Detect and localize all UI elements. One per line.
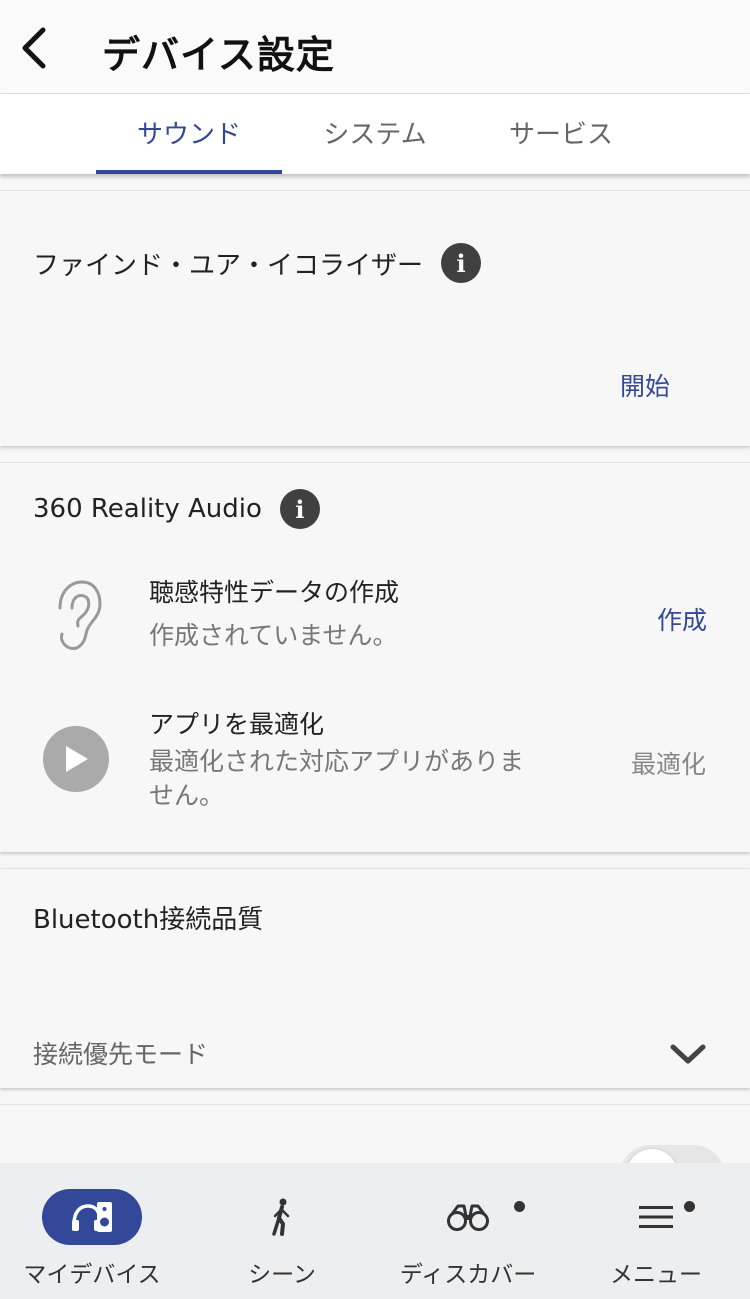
page-title: デバイス設定 [102,33,335,77]
optimize-app-status: 最適化された対応アプリがありません。 [149,747,525,810]
notification-dot [514,1201,525,1212]
create-button[interactable]: 作成 [657,601,707,637]
walking-person-icon [272,1198,290,1236]
menu-icon [639,1206,673,1228]
tab-sound[interactable]: サウンド [96,94,282,174]
equalizer-card: ファインド・ユア・イコライザー i 開始 [0,190,750,446]
hearing-data-title: 聴感特性データの作成 [149,578,400,607]
reality-audio-card: 360 Reality Audio i 聴感特性データの作成 作成されていません… [0,462,750,852]
back-button[interactable] [10,22,58,74]
chevron-down-icon [670,1044,706,1064]
headphones-speaker-icon [72,1202,112,1232]
info-icon[interactable]: i [441,243,482,283]
reality-audio-title-row: 360 Reality Audio i [33,489,320,529]
binoculars-icon [447,1204,489,1231]
app-header: デバイス設定 [0,0,750,94]
play-icon [43,726,109,792]
reality-audio-title: 360 Reality Audio [33,494,262,524]
optimize-app-title: アプリを最適化 [149,710,325,739]
nav-discover[interactable]: ディスカバー [400,1163,536,1299]
nav-label: メニュー [610,1262,702,1288]
tab-system[interactable]: システム [282,94,468,174]
tab-service[interactable]: サービス [468,94,654,174]
bluetooth-card: Bluetooth接続品質 接続優先モード [0,868,750,1088]
equalizer-title: ファインド・ユア・イコライザー [33,250,424,281]
nav-icon-wrap [606,1189,706,1245]
info-icon[interactable]: i [279,489,320,529]
nav-my-device[interactable]: マイデバイス [23,1163,161,1299]
optimize-button[interactable]: 最適化 [631,745,706,781]
connection-mode-label: 接続優先モード [33,1040,209,1069]
connection-mode-dropdown[interactable]: 接続優先モード [0,1019,750,1083]
tab-bar: サウンド システム サービス [0,94,750,174]
equalizer-title-row: ファインド・ユア・イコライザー i [33,243,482,283]
chevron-left-icon [22,27,46,69]
ear-icon [58,580,102,650]
nav-label: シーン [248,1262,316,1288]
nav-icon-wrap [232,1189,332,1245]
nav-label: ディスカバー [399,1262,537,1288]
bluetooth-title: Bluetooth接続品質 [33,905,264,935]
nav-icon-active-pill [42,1189,142,1245]
notification-dot [684,1201,695,1212]
nav-icon-wrap [418,1189,525,1245]
hearing-data-status: 作成されていません。 [149,621,398,650]
equalizer-start-button[interactable]: 開始 [620,367,670,403]
nav-scene[interactable]: シーン [232,1163,332,1299]
bottom-nav: マイデバイス シーン ディスカバー メニュー [0,1163,750,1299]
nav-label: マイデバイス [23,1262,161,1288]
nav-menu[interactable]: メニュー [606,1163,706,1299]
